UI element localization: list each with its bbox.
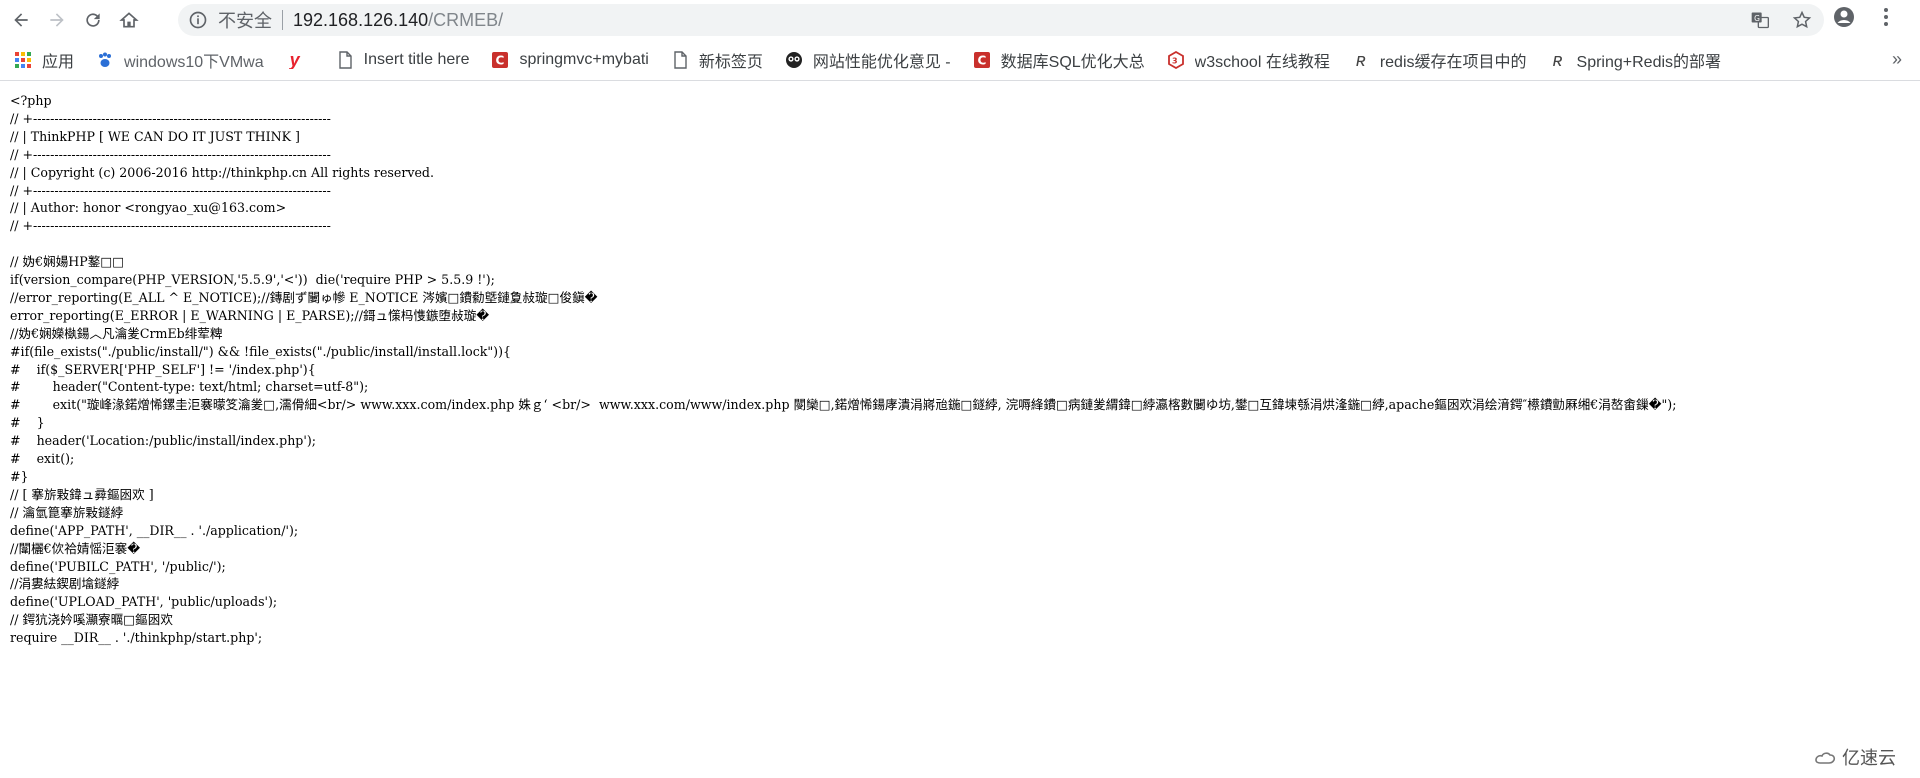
source-line: // +------------------------------------… xyxy=(10,182,331,198)
apps-grid-icon xyxy=(14,51,32,69)
source-line xyxy=(10,235,1905,253)
owl-icon xyxy=(785,51,803,69)
source-line: //error_reporting(E_ALL ^ E_NOTICE);//鏄剧… xyxy=(10,289,598,305)
bookmark-label: 新标签页 xyxy=(698,54,763,71)
page-icon xyxy=(336,51,354,69)
watermark-text: 亿速云 xyxy=(1842,748,1896,768)
source-line: //涓婁紶鍥剧墖鐩綍 xyxy=(10,576,120,592)
insecure-label: 不安全 xyxy=(218,11,272,31)
page-source-text: <?php // +-------------------------------… xyxy=(10,92,1905,647)
bookmark-sql[interactable]: C 数据库SQL优化大总 xyxy=(973,48,1145,72)
source-line: // | ThinkPHP [ WE CAN DO IT JUST THINK … xyxy=(10,128,300,144)
bookmark-label: Spring+Redis的部署 xyxy=(1576,54,1722,71)
bookmark-spring-redis[interactable]: ʀ Spring+Redis的部署 xyxy=(1549,48,1722,72)
arrow-left-icon xyxy=(14,13,28,27)
source-line: <?php xyxy=(10,93,52,108)
bookmark-label: windows10下VMwa xyxy=(124,54,264,71)
bookmark-label: Insert title here xyxy=(363,51,470,68)
source-line: // +------------------------------------… xyxy=(10,218,331,234)
bookmark-springmvc[interactable]: C springmvc+mybati xyxy=(491,51,649,69)
source-line: //妫€娴嬫槸鍚︿凡瀹夎CrmEb绯荤粺 xyxy=(10,325,223,341)
source-line: if(version_compare(PHP_VERSION,'5.5.9','… xyxy=(10,272,495,288)
bookmark-insert-title[interactable]: Insert title here xyxy=(336,51,470,69)
menu-dots-icon[interactable] xyxy=(1874,5,1898,29)
bookmark-perf[interactable]: 网站性能优化意见 - xyxy=(785,48,951,72)
source-line: # } xyxy=(10,415,45,431)
source-line: # header('Location:/public/install/index… xyxy=(10,433,316,449)
browser-toolbar: 不安全 192.168.126.140/CRMEB/ G xyxy=(0,0,1920,40)
bookmark-new-tab[interactable]: 新标签页 xyxy=(671,48,763,72)
source-line: # exit("璇峰湪鍩熷悕鏍圭洰褰曚笅瀹夎□,濡傦細<br/> www.xxx… xyxy=(10,397,1677,413)
bookmark-label: 应用 xyxy=(42,54,75,71)
bookmark-redis[interactable]: ʀ redis缓存在项目中的 xyxy=(1352,48,1527,72)
bookmark-vmware[interactable]: windows10下VMwa xyxy=(96,48,264,72)
source-line: //闈欐€佽祫婧愮洰褰� xyxy=(10,540,141,556)
home-icon xyxy=(119,12,139,28)
source-line: define('APP_PATH', __DIR__ . './applicat… xyxy=(10,522,299,538)
url-path: /CRMEB/ xyxy=(428,9,504,30)
w3-logo-icon: 3 xyxy=(1167,51,1185,69)
source-line: // 鍔犺浇妗嗘灦寮曞□鏂囦欢 xyxy=(10,612,173,628)
bookmark-label: 数据库SQL优化大总 xyxy=(1000,54,1145,71)
address-bar-actions: G xyxy=(1750,10,1812,30)
source-line: # if($_SERVER['PHP_SELF'] != '/index.php… xyxy=(10,361,316,377)
source-line: require __DIR__ . './thinkphp/start.php'… xyxy=(10,630,263,646)
source-line: // | Author: honor <rongyao_xu@163.com> xyxy=(10,200,287,216)
bookmark-label: springmvc+mybati xyxy=(519,51,649,68)
paw-icon xyxy=(96,51,114,69)
cloud-logo-icon xyxy=(1815,752,1836,764)
translate-icon[interactable]: G xyxy=(1750,10,1770,30)
page-icon xyxy=(671,51,689,69)
svg-text:C: C xyxy=(977,54,986,68)
url-host: 192.168.126.140 xyxy=(293,9,429,30)
watermark: 亿速云 xyxy=(1814,744,1896,770)
address-separator xyxy=(282,10,283,30)
star-icon[interactable] xyxy=(1792,10,1812,30)
bookmarks-overflow-button[interactable]: » xyxy=(1892,49,1902,70)
source-line: error_reporting(E_ERROR | E_WARNING | E_… xyxy=(10,307,490,323)
c-logo-icon: C xyxy=(973,51,991,69)
bookmark-y[interactable]: y xyxy=(286,51,314,69)
source-line: // [ 搴旂敤鍏ュ彛鏂囦欢 ] xyxy=(10,486,154,502)
bookmark-w3school[interactable]: 3 w3school 在线教程 xyxy=(1167,48,1330,72)
source-line: #if(file_exists("./public/install/") && … xyxy=(10,343,512,359)
toolbar-right xyxy=(1832,5,1898,29)
source-line: #} xyxy=(10,469,29,485)
address-bar[interactable]: 不安全 192.168.126.140/CRMEB/ G xyxy=(178,4,1824,36)
source-line: // 瀹氫箟搴旂敤鐩綍 xyxy=(10,504,124,520)
source-line: define('PUBILC_PATH', '/public/'); xyxy=(10,558,226,574)
source-line: // 妫€娴婸HP鐜□□ xyxy=(10,254,125,270)
bookmark-label: 网站性能优化意见 - xyxy=(812,54,951,71)
arrow-right-icon xyxy=(50,13,64,27)
c-logo-icon: C xyxy=(491,51,509,69)
bookmarks-bar: 应用 windows10下VMwa y Insert title here C … xyxy=(0,40,1920,81)
source-line: # header("Content-type: text/html; chars… xyxy=(10,379,369,395)
source-line: // | Copyright (c) 2006-2016 http://thin… xyxy=(10,164,434,180)
svg-text:3: 3 xyxy=(1172,57,1178,66)
home-button[interactable] xyxy=(114,5,144,35)
bookmark-label: redis缓存在项目中的 xyxy=(1379,54,1527,71)
back-button[interactable] xyxy=(6,5,36,35)
r-logo-icon: ʀ xyxy=(1552,49,1563,70)
source-line: // +------------------------------------… xyxy=(10,146,331,162)
source-line: // +------------------------------------… xyxy=(10,110,331,126)
info-icon[interactable] xyxy=(188,10,208,30)
y-logo-icon: y xyxy=(289,51,300,69)
source-line: # exit(); xyxy=(10,451,75,467)
bookmark-label: w3school 在线教程 xyxy=(1194,54,1330,71)
reload-icon xyxy=(86,13,100,27)
account-icon[interactable] xyxy=(1832,5,1856,29)
reload-button[interactable] xyxy=(78,5,108,35)
svg-text:G: G xyxy=(1754,14,1760,23)
forward-button[interactable] xyxy=(42,5,72,35)
bookmark-apps[interactable]: 应用 xyxy=(14,48,74,72)
r-logo-icon: ʀ xyxy=(1356,49,1366,70)
svg-text:C: C xyxy=(496,54,505,68)
source-line: define('UPLOAD_PATH', 'public/uploads'); xyxy=(10,594,278,610)
